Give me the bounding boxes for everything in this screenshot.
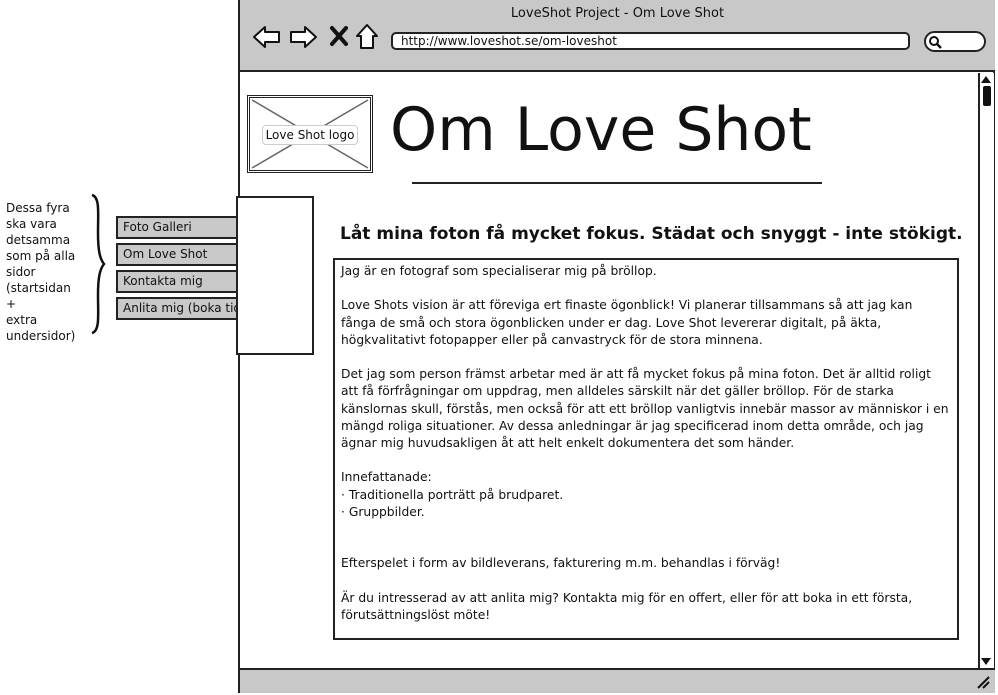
annotation-line: extra (6, 313, 38, 327)
page-title: Om Love Shot (390, 95, 812, 165)
tab-kontakta-mig[interactable]: Kontakta mig (116, 270, 236, 293)
url-bar[interactable]: http://www.loveshot.se/om-loveshot (391, 32, 910, 50)
search-icon (929, 36, 942, 49)
annotation-line: ska vara (6, 217, 57, 231)
paragraph: Jag är en fotograf som specialiserar mig… (341, 264, 657, 278)
nav-menu-box (236, 196, 314, 355)
content-box: Jag är en fotograf som specialiserar mig… (333, 258, 959, 640)
paragraph: Är du intresserad av att anlita mig? Kon… (341, 590, 913, 622)
logo-label: Love Shot logo (262, 125, 358, 145)
annotation-line: Dessa fyra (6, 201, 70, 215)
annotation-line: (startsidan + (6, 281, 71, 311)
annotation-note: Dessa fyra ska vara detsamma som på alla… (6, 200, 84, 344)
forward-arrow-icon[interactable] (288, 24, 318, 50)
back-arrow-icon[interactable] (252, 24, 282, 50)
paragraph: Efterspelet i form av bildleverans, fakt… (341, 556, 781, 571)
list-title: Innefattanade: (341, 470, 432, 485)
scroll-down-icon[interactable] (980, 657, 992, 666)
curly-brace-icon (91, 193, 106, 335)
tagline: Låt mina foton få mycket fokus. Städat o… (340, 224, 963, 244)
window-title: LoveShot Project - Om Love Shot (510, 6, 725, 21)
tab-om-love-shot[interactable]: Om Love Shot (116, 243, 236, 266)
scroll-up-icon[interactable] (980, 75, 992, 84)
tab-anlita-mig[interactable]: Anlita mig (boka tid) (116, 297, 236, 320)
title-underline (412, 182, 822, 184)
resize-grip-icon[interactable] (975, 674, 991, 690)
annotation-line: detsamma (6, 233, 71, 247)
annotation-line: undersidor) (6, 329, 76, 343)
scrollbar-thumb[interactable] (983, 86, 991, 106)
vertical-scrollbar[interactable] (978, 73, 994, 668)
stop-icon[interactable] (329, 25, 349, 47)
annotation-line: som på alla (6, 249, 76, 263)
paragraph: Love Shots vision är att föreviga ert fi… (341, 298, 913, 347)
list-item: · Gruppbilder. (341, 504, 425, 519)
list-item: · Traditionella porträtt på brudparet. (341, 487, 564, 502)
annotation-line: sidor (6, 265, 36, 279)
status-bar (240, 668, 995, 693)
paragraph: Det jag som person främst arbetar med är… (341, 367, 949, 450)
home-icon[interactable] (355, 23, 379, 50)
tab-foto-galleri[interactable]: Foto Galleri (116, 216, 236, 239)
